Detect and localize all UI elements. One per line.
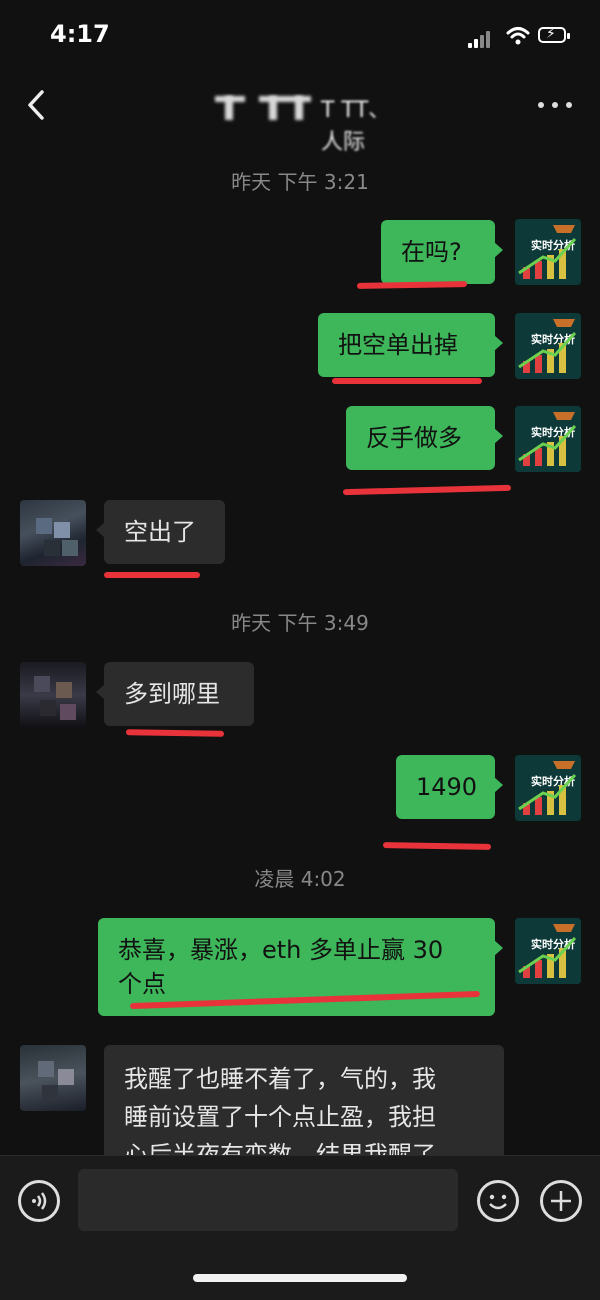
message-text: 把空单出掉	[338, 331, 458, 359]
message-text: 睡前设置了十个点止盈，我担	[124, 1103, 436, 1131]
avatar[interactable]	[20, 1045, 86, 1111]
message-bubble-outgoing[interactable]: 把空单出掉	[318, 313, 503, 377]
chat-header: Т ТТ、人际	[0, 70, 600, 155]
chat-title-text: Т ТТ、人际	[321, 98, 391, 155]
timestamp: 昨天 下午 3:21	[231, 170, 369, 194]
message-text: 1490	[416, 773, 478, 801]
chat-title: Т ТТ、人际	[215, 92, 405, 155]
avatar[interactable]: 实时分析	[515, 755, 581, 821]
back-icon[interactable]	[22, 88, 52, 122]
avatar[interactable]	[20, 500, 86, 566]
message-text: 多到哪里	[124, 680, 220, 708]
avatar[interactable]: 实时分析	[515, 313, 581, 379]
emoji-icon[interactable]	[477, 1180, 519, 1222]
status-bar: 4:17 ⚡	[0, 0, 600, 70]
message-bubble-incoming[interactable]: 多到哪里	[96, 662, 254, 726]
home-indicator	[193, 1274, 407, 1282]
timestamp: 昨天 下午 3:49	[231, 611, 369, 635]
message-bubble-outgoing[interactable]: 反手做多	[346, 406, 503, 470]
message-bubble-incoming[interactable]: 我醒了也睡不着了，气的，我 睡前设置了十个点止盈，我担 心后半夜有变数，结果我醒…	[104, 1045, 504, 1165]
more-icon[interactable]	[538, 100, 574, 110]
annotation-underline	[125, 729, 225, 737]
signal-icon	[468, 30, 496, 48]
timestamp: 凌晨 4:02	[254, 867, 346, 891]
plus-icon[interactable]	[540, 1180, 582, 1222]
annotation-underline	[332, 378, 482, 384]
message-input[interactable]	[78, 1169, 458, 1231]
message-text: 空出了	[124, 518, 196, 546]
battery-icon: ⚡	[538, 26, 570, 43]
message-text: 恭喜，暴涨，eth 多单止赢 30	[118, 936, 444, 964]
annotation-underline	[356, 281, 468, 289]
status-time: 4:17	[50, 20, 110, 48]
avatar[interactable]: 实时分析	[515, 406, 581, 472]
message-text: 我醒了也睡不着了，气的，我	[124, 1065, 436, 1093]
message-bubble-incoming[interactable]: 空出了	[96, 500, 225, 564]
message-text: 反手做多	[366, 424, 462, 452]
wifi-icon	[506, 27, 530, 45]
avatar[interactable]: 实时分析	[515, 918, 581, 984]
annotation-underline	[104, 572, 200, 578]
message-text: 在吗?	[401, 238, 462, 266]
message-bubble-outgoing[interactable]: 在吗?	[381, 220, 503, 284]
avatar[interactable]	[20, 662, 86, 728]
avatar[interactable]: 实时分析	[515, 219, 581, 285]
voice-icon[interactable]	[18, 1180, 60, 1222]
annotation-underline	[382, 842, 492, 850]
annotation-underline	[342, 484, 512, 496]
message-bubble-outgoing[interactable]: 1490	[396, 755, 503, 819]
